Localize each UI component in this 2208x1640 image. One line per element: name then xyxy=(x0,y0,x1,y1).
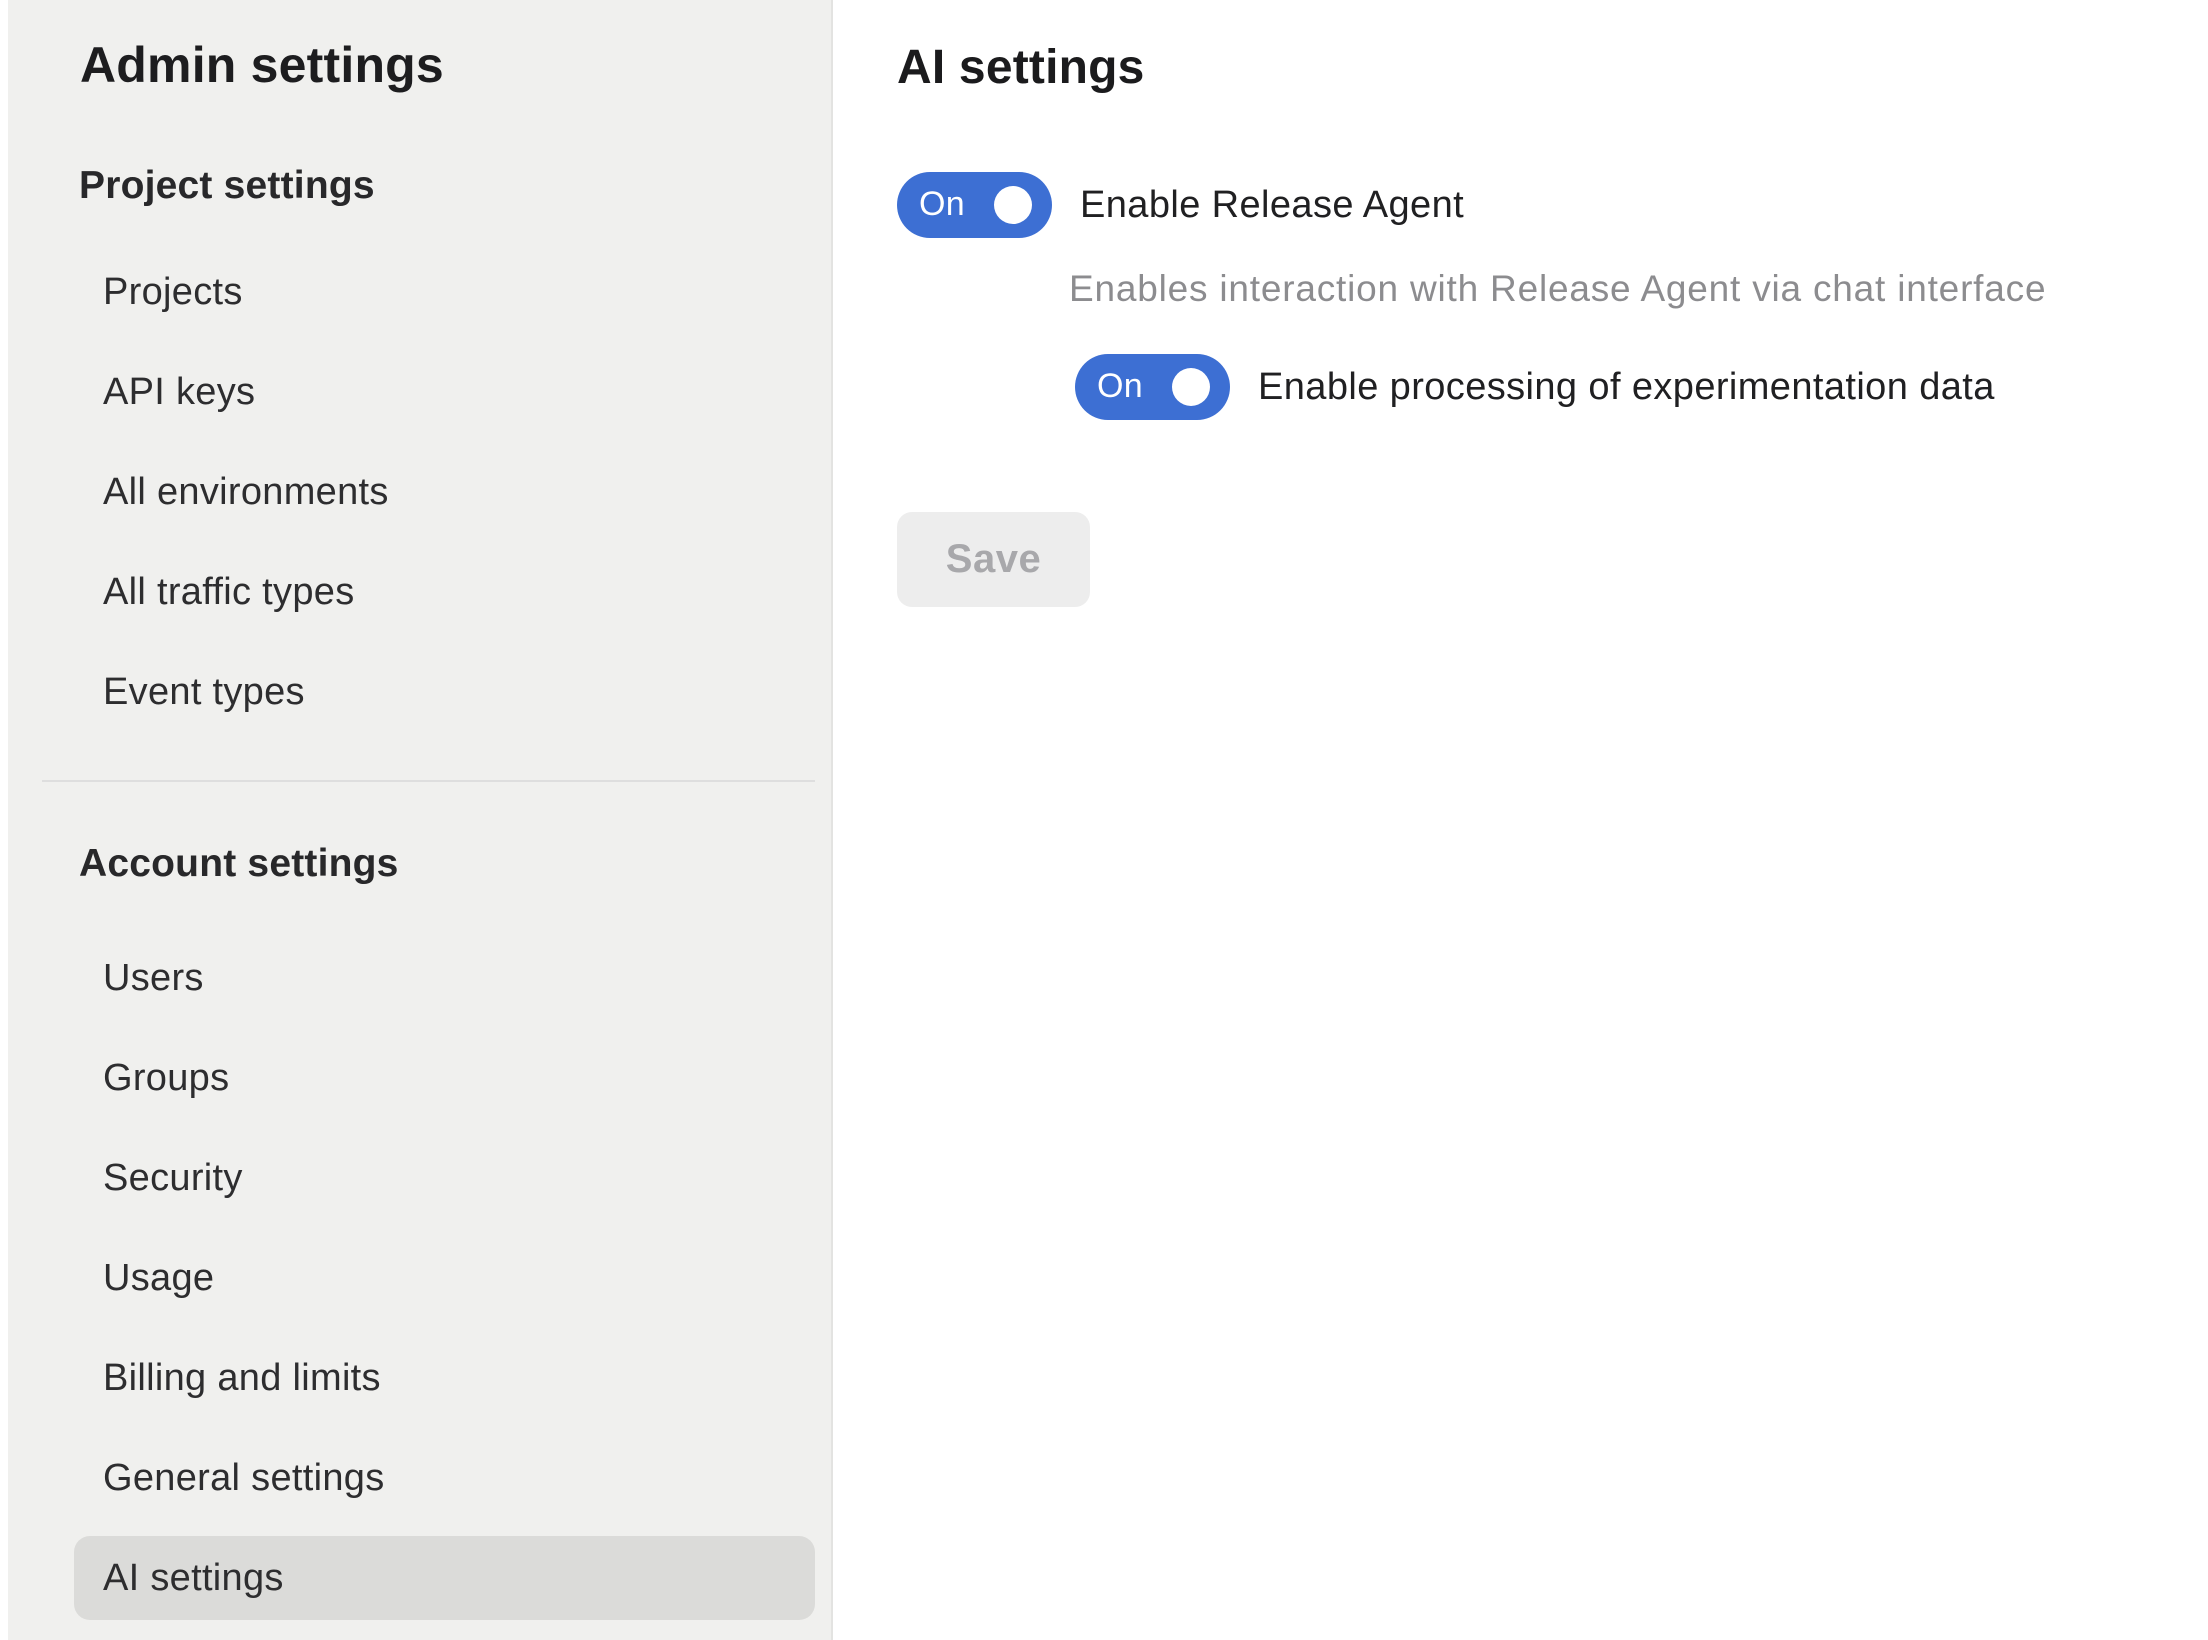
sidebar-item-event-types[interactable]: Event types xyxy=(74,642,815,742)
account-settings-nav: Users Groups Security Usage Billing and … xyxy=(74,928,831,1620)
save-button[interactable]: Save xyxy=(897,512,1090,607)
toggle-knob xyxy=(1172,368,1210,406)
sidebar-item-projects[interactable]: Projects xyxy=(74,242,815,342)
admin-settings-sidebar: Admin settings Project settings Projects… xyxy=(8,0,833,1640)
sidebar-item-users[interactable]: Users xyxy=(74,928,815,1028)
experimentation-data-toggle[interactable]: On xyxy=(1075,354,1230,420)
toggle-knob xyxy=(994,186,1032,224)
page-title: AI settings xyxy=(897,40,2208,96)
sidebar-item-all-traffic-types[interactable]: All traffic types xyxy=(74,542,815,642)
sidebar-item-ai-settings[interactable]: AI settings xyxy=(74,1536,815,1620)
project-settings-nav: Projects API keys All environments All t… xyxy=(74,242,831,742)
section-label-project-settings: Project settings xyxy=(79,162,831,210)
sidebar-title: Admin settings xyxy=(80,36,831,94)
sidebar-item-all-environments[interactable]: All environments xyxy=(74,442,815,542)
release-agent-label: Enable Release Agent xyxy=(1080,184,1464,227)
release-agent-toggle[interactable]: On xyxy=(897,172,1052,238)
toggle-on-label: On xyxy=(1097,354,1143,420)
experimentation-data-label: Enable processing of experimentation dat… xyxy=(1258,366,1995,409)
release-agent-description: Enables interaction with Release Agent v… xyxy=(1069,266,2208,312)
ai-settings-panel: AI settings On Enable Release Agent Enab… xyxy=(835,0,2208,1640)
sidebar-item-billing-and-limits[interactable]: Billing and limits xyxy=(74,1328,815,1428)
sidebar-item-security[interactable]: Security xyxy=(74,1128,815,1228)
toggle-on-label: On xyxy=(919,172,965,238)
sidebar-item-groups[interactable]: Groups xyxy=(74,1028,815,1128)
sidebar-item-usage[interactable]: Usage xyxy=(74,1228,815,1328)
sidebar-divider xyxy=(42,780,815,782)
section-label-account-settings: Account settings xyxy=(79,840,831,888)
experimentation-data-row: On Enable processing of experimentation … xyxy=(1075,354,2208,420)
release-agent-row: On Enable Release Agent xyxy=(897,172,2208,238)
sidebar-item-general-settings[interactable]: General settings xyxy=(74,1428,815,1528)
sidebar-item-api-keys[interactable]: API keys xyxy=(74,342,815,442)
